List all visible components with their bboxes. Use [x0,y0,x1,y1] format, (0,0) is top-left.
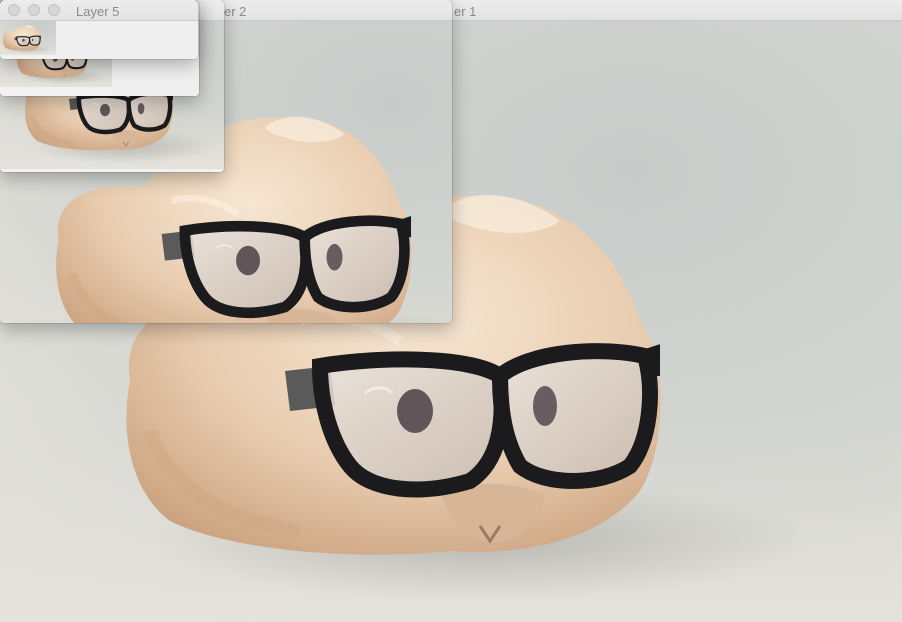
titlebar-layer-5[interactable]: Layer 5 [0,0,198,21]
window-title: er 1 [454,4,477,19]
guinea-pig-photo [0,21,58,55]
window-title: er 2 [224,4,247,19]
zoom-button-icon[interactable] [48,4,60,16]
window-layer-5[interactable]: Layer 5 [0,0,198,59]
window-title: Layer 5 [76,4,120,19]
close-button-icon[interactable] [8,4,20,16]
window-empty-area [56,21,198,59]
window-content-layer-5 [0,21,198,59]
minimize-button-icon[interactable] [28,4,40,16]
